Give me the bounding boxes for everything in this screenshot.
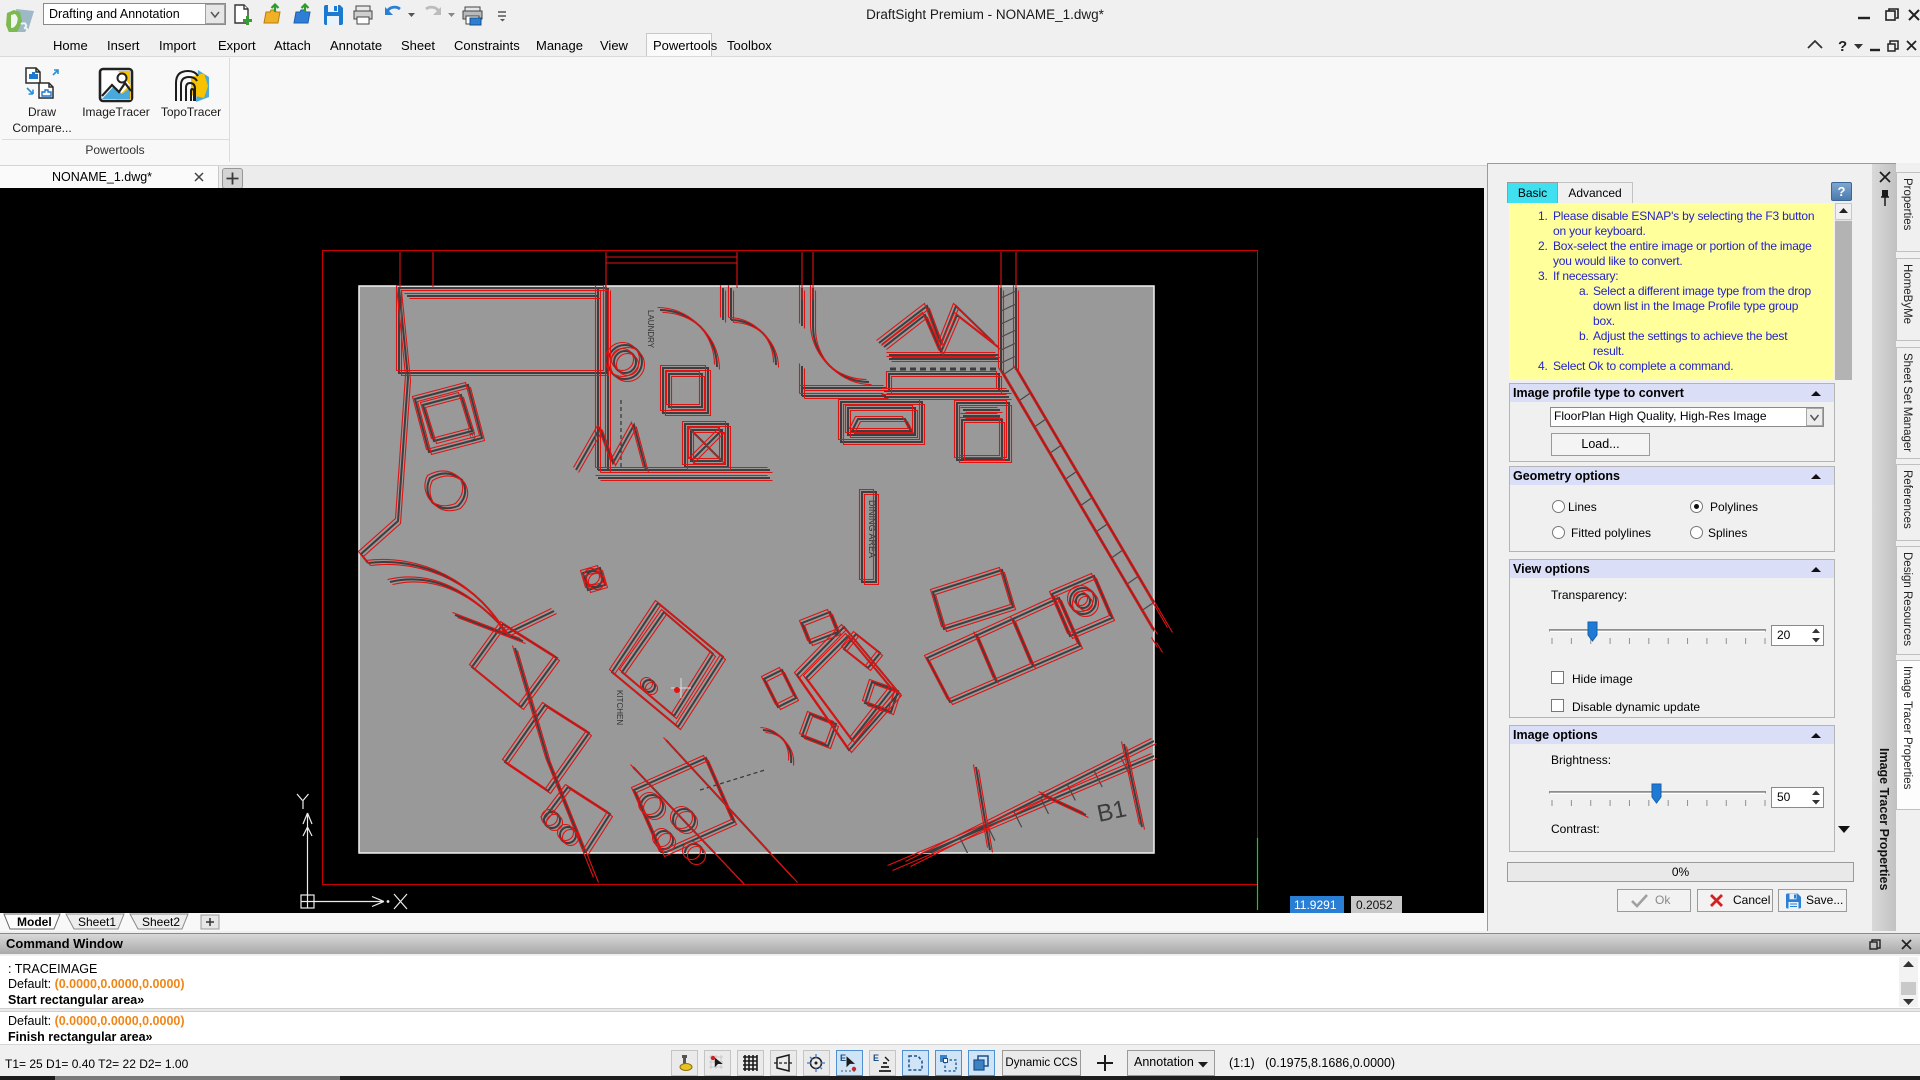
svg-text:E: E: [840, 1053, 846, 1063]
svg-text:E: E: [873, 1053, 879, 1063]
svg-text:Sheet1: Sheet1: [78, 915, 116, 929]
svg-text:Model: Model: [17, 915, 52, 929]
svg-text:LAUNDRY: LAUNDRY: [646, 310, 655, 349]
svg-text:KITCHEN: KITCHEN: [615, 690, 624, 725]
svg-text:Sheet2: Sheet2: [142, 915, 180, 929]
svg-text:?: ?: [1838, 38, 1847, 55]
svg-text:0.2052: 0.2052: [1356, 898, 1393, 912]
svg-text:DINING AREA: DINING AREA: [867, 500, 877, 558]
svg-text:11.9291: 11.9291: [1294, 898, 1337, 912]
